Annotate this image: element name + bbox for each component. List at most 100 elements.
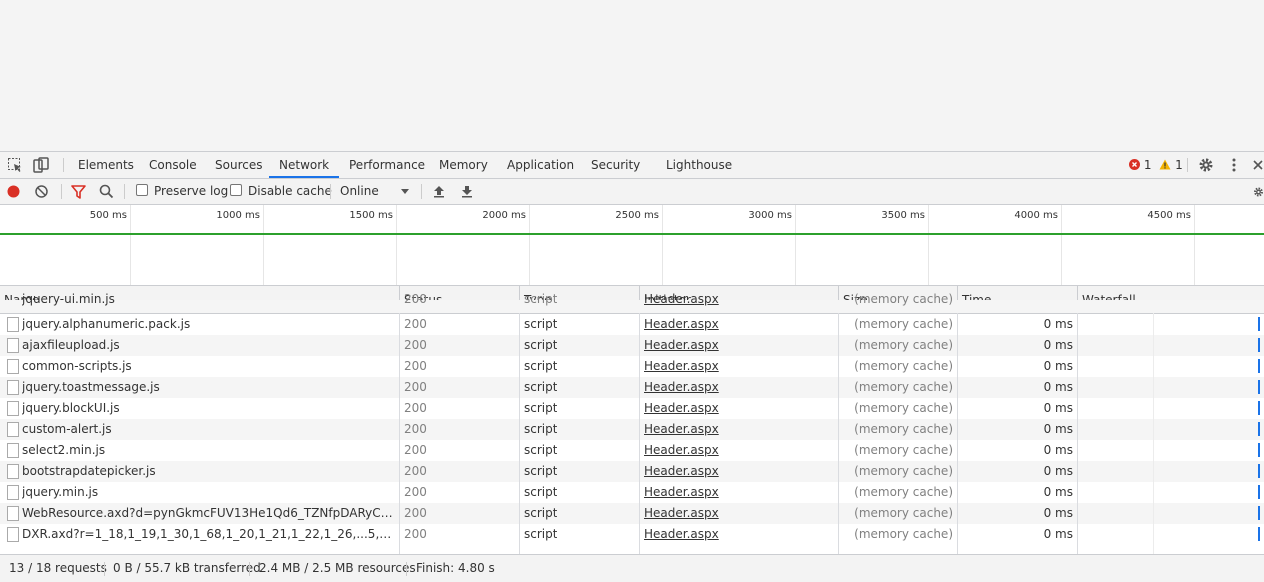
inspected-page-area	[0, 0, 1264, 151]
request-type: script	[524, 359, 558, 373]
import-har-icon[interactable]	[433, 185, 445, 198]
request-size: (memory cache)	[854, 292, 953, 306]
request-status: 200	[404, 443, 427, 457]
table-row[interactable]: select2.min.js 200 script Header.aspx (memor…	[0, 440, 1264, 461]
request-initiator[interactable]: Header.aspx	[644, 377, 719, 398]
tab-sources[interactable]: Sources	[213, 152, 264, 178]
request-status: 200	[404, 401, 427, 415]
request-type: script	[524, 338, 558, 352]
request-size: (memory cache)	[854, 338, 953, 352]
throttling-value: Online	[340, 184, 379, 198]
tab-memory[interactable]: Memory	[437, 152, 490, 178]
file-icon	[7, 485, 19, 500]
inspect-element-icon[interactable]	[7, 157, 23, 173]
waterfall-bar	[1258, 443, 1260, 457]
issues-counter[interactable]: 1 1	[1129, 152, 1183, 178]
waterfall-bar	[1258, 506, 1260, 520]
table-row[interactable]: jquery.toastmessage.js 200 script Header.as…	[0, 377, 1264, 398]
checkbox-box[interactable]	[230, 184, 242, 196]
request-time: 0 ms	[1043, 317, 1073, 331]
network-settings-gear-icon[interactable]	[1253, 184, 1264, 200]
device-toolbar-icon[interactable]	[33, 157, 49, 173]
request-type: script	[524, 506, 558, 520]
waterfall-bar	[1258, 527, 1260, 541]
table-row[interactable]: jquery.blockUI.js 200 script Header.aspx (me…	[0, 398, 1264, 419]
column-divider	[1077, 313, 1078, 554]
table-row[interactable]: jquery.min.js 200 script Header.aspx (memory…	[0, 482, 1264, 503]
devtools-tabbar: Elements Console Sources Network Perform…	[0, 152, 1264, 179]
request-status: 200	[404, 527, 427, 541]
waterfall-bar	[1258, 485, 1260, 499]
timeline-gridline	[396, 205, 397, 285]
tab-application[interactable]: Application	[505, 152, 576, 178]
request-type: script	[524, 380, 558, 394]
request-initiator[interactable]: Header.aspx	[644, 503, 719, 524]
request-name: jquery.blockUI.js	[22, 401, 120, 415]
tab-security[interactable]: Security	[589, 152, 642, 178]
table-row[interactable]: DXR.axd?r=1_18,1_19,1_30,1_68,1_20,1_21,…	[0, 524, 1264, 545]
request-initiator[interactable]: Header.aspx	[644, 335, 719, 356]
request-initiator[interactable]: Header.aspx	[644, 289, 719, 313]
warning-count: 1	[1175, 158, 1183, 172]
timeline-gridline	[263, 205, 264, 285]
throttling-select[interactable]: Online	[340, 179, 412, 204]
request-size: (memory cache)	[854, 317, 953, 331]
request-type: script	[524, 401, 558, 415]
table-row[interactable]: jquery-ui.min.js 200 script Header.aspx …	[0, 292, 1264, 313]
table-row[interactable]: common-scripts.js 200 script Header.aspx (me…	[0, 356, 1264, 377]
record-icon[interactable]	[7, 185, 20, 198]
divider	[406, 562, 407, 576]
tab-lighthouse[interactable]: Lighthouse	[664, 152, 734, 178]
table-row[interactable]: custom-alert.js 200 script Header.aspx (memo…	[0, 419, 1264, 440]
disable-cache-checkbox[interactable]: Disable cache	[230, 179, 332, 204]
waterfall-bar	[1258, 380, 1260, 394]
table-row[interactable]: bootstrapdatepicker.js 200 script Header.as…	[0, 461, 1264, 482]
request-size: (memory cache)	[854, 401, 953, 415]
request-initiator[interactable]: Header.aspx	[644, 419, 719, 440]
search-icon[interactable]	[99, 184, 114, 199]
timeline-tick-label: 4000 ms	[1014, 210, 1058, 221]
settings-gear-icon[interactable]	[1198, 157, 1214, 173]
waterfall-gridline	[1153, 313, 1154, 554]
checkbox-box[interactable]	[136, 184, 148, 196]
tab-console[interactable]: Console	[147, 152, 199, 178]
table-row[interactable]: ajaxfileupload.js 200 script Header.aspx (me…	[0, 335, 1264, 356]
waterfall-bar	[1258, 464, 1260, 478]
request-status: 200	[404, 506, 427, 520]
tab-elements[interactable]: Elements	[76, 152, 136, 178]
more-options-icon[interactable]	[1226, 157, 1242, 173]
request-initiator[interactable]: Header.aspx	[644, 440, 719, 461]
request-initiator[interactable]: Header.aspx	[644, 482, 719, 503]
request-name: jquery.min.js	[22, 485, 99, 499]
request-initiator[interactable]: Header.aspx	[644, 314, 719, 335]
request-time: 0 ms	[1043, 359, 1073, 373]
export-har-icon[interactable]	[461, 185, 473, 198]
request-initiator[interactable]: Header.aspx	[644, 356, 719, 377]
timeline-tick-label: 500 ms	[89, 210, 127, 221]
request-time: 0 ms	[1043, 527, 1073, 541]
preserve-log-checkbox[interactable]: Preserve log	[136, 179, 228, 204]
request-status: 200	[404, 317, 427, 331]
timeline-tick-label: 4500 ms	[1147, 210, 1191, 221]
request-type: script	[524, 485, 558, 499]
tab-performance[interactable]: Performance	[347, 152, 427, 178]
network-overview-timeline[interactable]: 500 ms 1000 ms 1500 ms 2000 ms 2500 ms 3…	[0, 205, 1264, 286]
tab-network[interactable]: Network	[269, 152, 340, 178]
timeline-gridline	[1194, 205, 1195, 285]
file-icon	[7, 401, 19, 416]
divider	[249, 562, 250, 576]
clear-icon[interactable]	[35, 185, 48, 198]
request-size: (memory cache)	[854, 380, 953, 394]
table-row[interactable]: jquery.alphanumeric.pack.js 200 script Head…	[0, 314, 1264, 335]
request-initiator[interactable]: Header.aspx	[644, 524, 719, 545]
request-initiator[interactable]: Header.aspx	[644, 461, 719, 482]
request-initiator[interactable]: Header.aspx	[644, 398, 719, 419]
request-time: 0 ms	[1043, 338, 1073, 352]
column-divider	[639, 313, 640, 554]
request-name: select2.min.js	[22, 443, 106, 457]
request-time: 0 ms	[1043, 443, 1073, 457]
filter-icon[interactable]	[71, 185, 86, 199]
divider	[421, 184, 422, 199]
close-icon[interactable]	[1252, 157, 1264, 173]
table-row[interactable]: WebResource.axd?d=pynGkmcFUV13He1Qd6_TZN…	[0, 503, 1264, 524]
